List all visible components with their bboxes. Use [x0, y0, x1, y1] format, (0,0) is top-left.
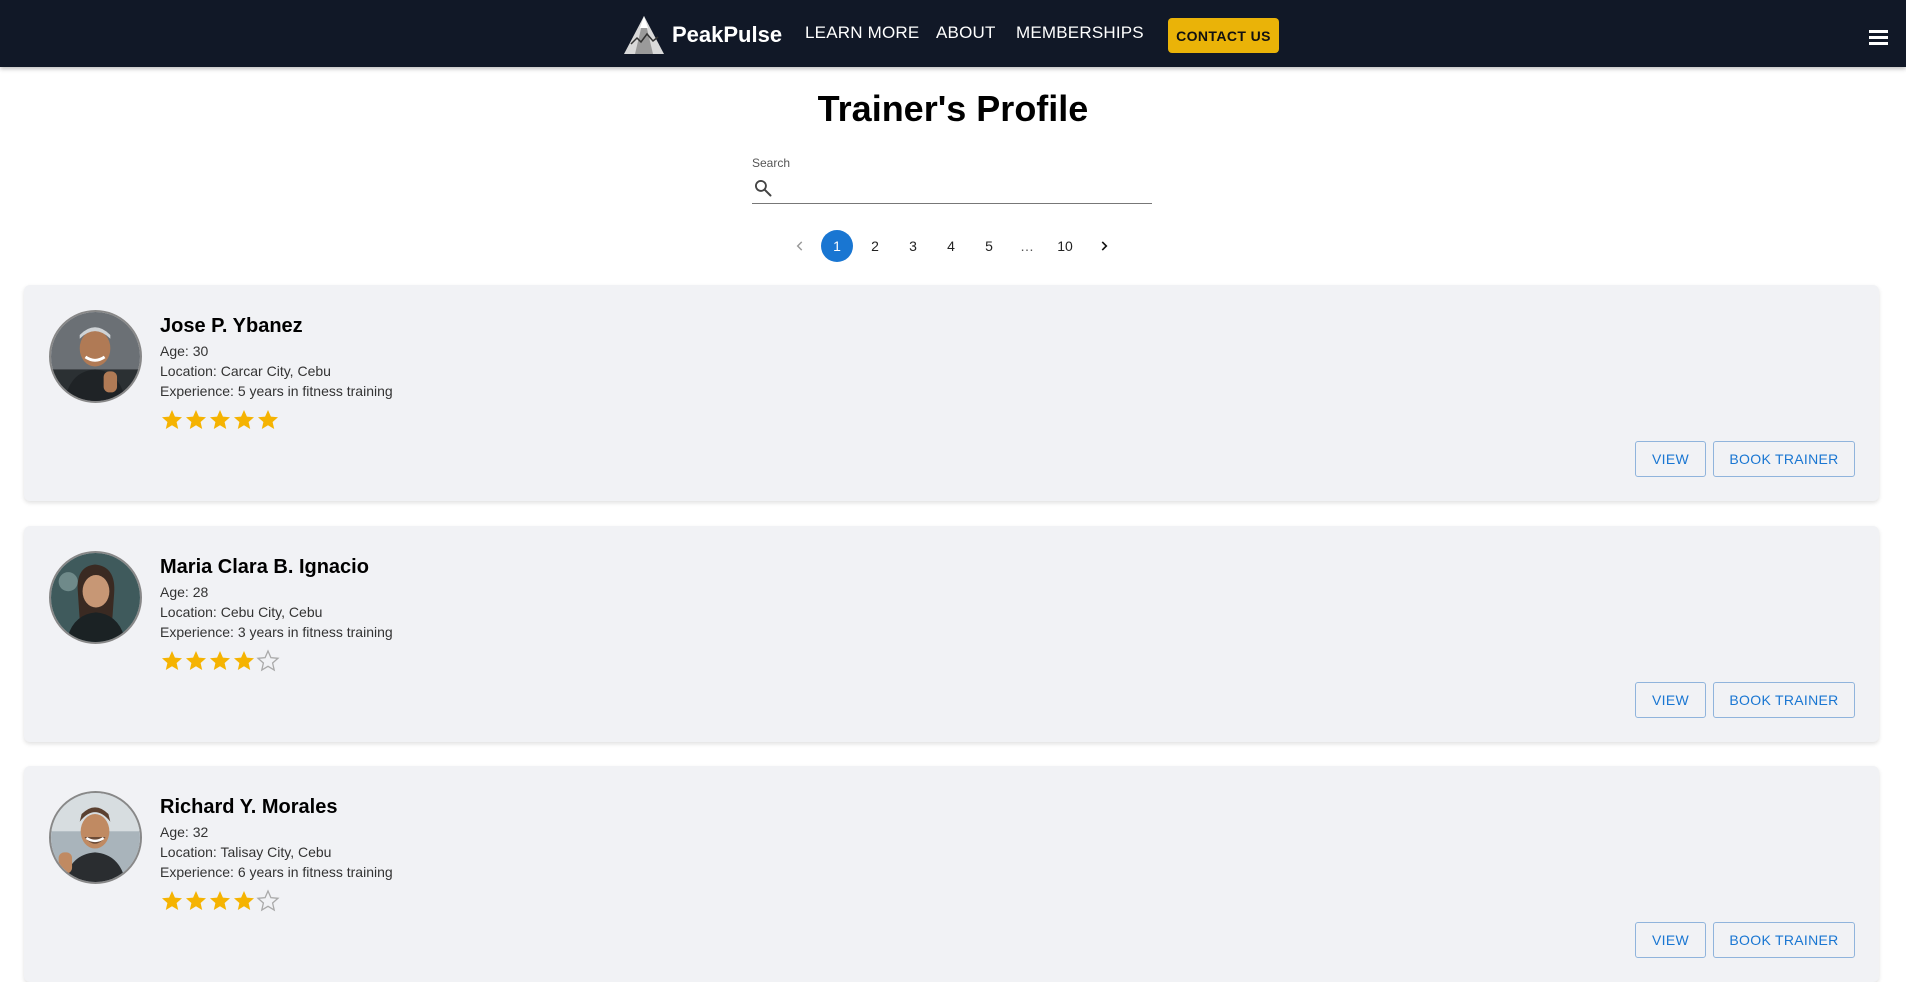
trainer-location: Location: Carcar City, Cebu: [160, 363, 331, 379]
trainer-experience: Experience: 6 years in fitness training: [160, 864, 393, 880]
star-filled-icon: [234, 410, 254, 429]
trainer-name: Maria Clara B. Ignacio: [160, 556, 369, 578]
star-filled-icon: [186, 410, 206, 429]
star-empty-icon: [256, 889, 280, 912]
search-label: Search: [752, 156, 791, 170]
page-button-10[interactable]: 10: [1049, 230, 1081, 262]
top-navbar: PeakPulse LEARN MORE ABOUT MEMBERSHIPS C…: [0, 0, 1906, 67]
search-underline: [752, 203, 1152, 204]
search-input[interactable]: [782, 176, 1150, 200]
trainer-experience: Experience: 5 years in fitness training: [160, 383, 393, 399]
trainer-location: Location: Cebu City, Cebu: [160, 604, 323, 620]
page-button-2[interactable]: 2: [859, 230, 891, 262]
nav-memberships[interactable]: MEMBERSHIPS: [1016, 23, 1144, 43]
page-title: Trainer's Profile: [817, 88, 1089, 129]
trainer-age: Age: 30: [160, 343, 209, 359]
star-filled-icon: [258, 410, 278, 429]
trainer-avatar: [49, 310, 142, 403]
trainer-card: Richard Y. Morales Age: 32 Location: Tal…: [24, 766, 1879, 982]
contact-us-button[interactable]: CONTACT US: [1168, 18, 1279, 53]
page-button-1[interactable]: 1: [821, 230, 853, 262]
trainer-experience: Experience: 3 years in fitness training: [160, 624, 393, 640]
trainer-photo: [51, 553, 140, 642]
page-ellipsis: …: [1020, 238, 1034, 254]
brand[interactable]: PeakPulse: [623, 14, 782, 56]
star-empty-icon: [256, 649, 280, 672]
rating-stars: [160, 649, 280, 673]
star-filled-icon: [162, 891, 182, 910]
trainer-name: Richard Y. Morales: [160, 796, 338, 818]
page-button-3[interactable]: 3: [897, 230, 929, 262]
page-button-5[interactable]: 5: [973, 230, 1005, 262]
star-filled-icon: [210, 891, 230, 910]
view-button[interactable]: VIEW: [1635, 922, 1706, 958]
trainer-name: Jose P. Ybanez: [160, 315, 303, 337]
search-field: Search: [752, 156, 1152, 205]
book-trainer-button[interactable]: BOOK TRAINER: [1713, 922, 1855, 958]
search-icon: [755, 180, 772, 197]
hamburger-menu-icon[interactable]: [1869, 30, 1888, 45]
star-filled-icon: [186, 651, 206, 670]
star-filled-icon: [234, 651, 254, 670]
rating-stars: [160, 408, 280, 432]
star-filled-icon: [234, 891, 254, 910]
star-filled-icon: [210, 651, 230, 670]
book-trainer-button[interactable]: BOOK TRAINER: [1713, 441, 1855, 477]
star-filled-icon: [162, 410, 182, 429]
mountain-logo-icon: [624, 16, 664, 54]
nav-learn-more[interactable]: LEARN MORE: [805, 23, 919, 43]
chevron-left-icon[interactable]: [784, 230, 816, 262]
trainer-card: Maria Clara B. Ignacio Age: 28 Location:…: [24, 526, 1879, 742]
page-button-4[interactable]: 4: [935, 230, 967, 262]
star-filled-icon: [210, 410, 230, 429]
view-button[interactable]: VIEW: [1635, 441, 1706, 477]
trainer-avatar: [49, 551, 142, 644]
chevron-right-icon[interactable]: [1088, 230, 1120, 262]
brand-name: PeakPulse: [672, 22, 783, 47]
trainer-photo: [51, 312, 140, 401]
star-filled-icon: [186, 891, 206, 910]
nav-about[interactable]: ABOUT: [936, 23, 996, 43]
trainer-age: Age: 28: [160, 584, 209, 600]
trainer-card: Jose P. Ybanez Age: 30 Location: Carcar …: [24, 285, 1879, 501]
book-trainer-button[interactable]: BOOK TRAINER: [1713, 682, 1855, 718]
trainer-location: Location: Talisay City, Cebu: [160, 844, 332, 860]
trainer-avatar: [49, 791, 142, 884]
trainer-photo: [51, 793, 140, 882]
trainer-age: Age: 32: [160, 824, 209, 840]
view-button[interactable]: VIEW: [1635, 682, 1706, 718]
pagination: 1 2 3 4 5 … 10: [0, 230, 1906, 262]
rating-stars: [160, 889, 280, 913]
star-filled-icon: [162, 651, 182, 670]
